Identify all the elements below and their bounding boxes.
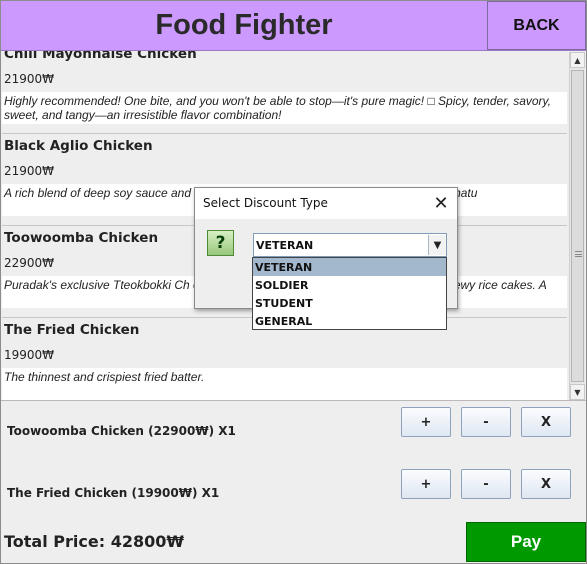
total-price: Total Price: 42800₩ [4,532,184,551]
chevron-down-icon[interactable]: ▼ [428,235,446,255]
cart-item: The Fried Chicken (19900₩) X1 + - X [0,465,587,505]
dialog-title: Select Discount Type [203,196,328,210]
menu-item-description: Highly recommended! One bite, and you wo… [2,92,567,124]
cart-item-label: The Fried Chicken (19900₩) X1 [7,486,220,500]
remove-item-button[interactable]: X [521,407,571,437]
pay-button[interactable]: Pay [466,522,586,562]
menu-scrollbar[interactable]: ▲ ▼ [569,52,585,400]
discount-options-list: VETERAN SOLDIER STUDENT GENERAL [252,257,447,330]
discount-option[interactable]: STUDENT [253,294,446,312]
menu-item-name: The Fried Chicken [4,322,140,338]
decrease-quantity-button[interactable]: - [461,407,511,437]
app-header: Food Fighter BACK [0,0,587,51]
menu-item-price: 22900₩ [4,256,55,270]
decrease-quantity-button[interactable]: - [461,469,511,499]
question-icon: ? [207,230,234,256]
scroll-thumb[interactable] [571,70,584,382]
menu-item[interactable]: The Fried Chicken 19900₩ The thinnest an… [2,318,567,400]
scroll-grip-icon [575,251,582,257]
menu-item-price: 21900₩ [4,164,55,178]
menu-item-price: 19900₩ [4,348,55,362]
menu-item-name: Chili Mayonnaise Chicken [4,51,197,62]
cart-item-label: Toowoomba Chicken (22900₩) X1 [7,424,236,438]
dialog-titlebar[interactable]: Select Discount Type ✕ [195,188,457,219]
menu-item-name: Toowoomba Chicken [4,230,159,246]
remove-item-button[interactable]: X [521,469,571,499]
close-icon[interactable]: ✕ [431,193,451,214]
scroll-down-arrow-icon[interactable]: ▼ [570,384,585,400]
app-title: Food Fighter [155,9,333,41]
discount-option[interactable]: VETERAN [253,258,446,276]
increase-quantity-button[interactable]: + [401,407,451,437]
discount-option[interactable]: SOLDIER [253,276,446,294]
menu-item-price: 21900₩ [4,72,55,86]
discount-type-select[interactable]: VETERAN ▼ [253,233,447,257]
menu-item-description: The thinnest and crispiest fried batter. [2,368,567,400]
increase-quantity-button[interactable]: + [401,469,451,499]
menu-item[interactable]: Chili Mayonnaise Chicken 21900₩ Highly r… [2,51,567,134]
back-button[interactable]: BACK [487,1,586,50]
discount-option[interactable]: GENERAL [253,312,446,330]
discount-selected-value: VETERAN [256,239,314,252]
cart-item: Toowoomba Chicken (22900₩) X1 + - X [0,402,587,442]
menu-item-name: Black Aglio Chicken [4,138,153,154]
scroll-up-arrow-icon[interactable]: ▲ [570,52,585,68]
